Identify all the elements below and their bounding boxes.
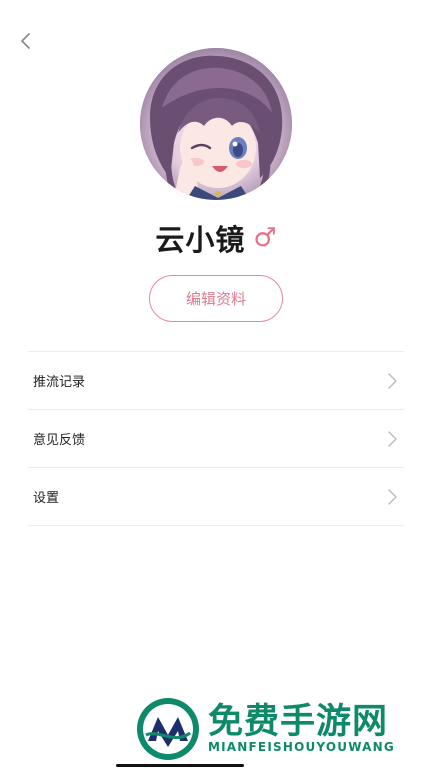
edit-profile-button[interactable]: 编辑资料: [149, 275, 283, 322]
male-gender-icon: ♂: [253, 223, 277, 253]
back-button[interactable]: [12, 28, 38, 54]
chevron-left-icon: [21, 33, 30, 49]
settings-menu: 推流记录 意见反馈 设置: [28, 351, 404, 526]
menu-item-stream-history[interactable]: 推流记录: [28, 352, 404, 409]
menu-item-label: 设置: [33, 491, 60, 506]
profile-name-row: 云小镜 ♂: [0, 214, 432, 262]
menu-item-label: 推流记录: [33, 375, 86, 390]
profile-screen: 云小镜 ♂ 编辑资料 推流记录 意见反馈 设置 免费手游网 MIANFEISHO…: [0, 0, 432, 768]
watermark-subtitle: MIANFEISHOUYOUWANG: [208, 740, 395, 755]
anime-girl-avatar: [140, 48, 292, 200]
avatar[interactable]: [140, 48, 292, 200]
home-indicator: [116, 764, 244, 767]
menu-item-settings[interactable]: 设置: [28, 468, 404, 525]
watermark-text: 免费手游网 MIANFEISHOUYOUWANG: [208, 700, 395, 755]
watermark: 免费手游网 MIANFEISHOUYOUWANG: [134, 694, 424, 764]
menu-item-feedback[interactable]: 意见反馈: [28, 410, 404, 467]
watermark-logo-icon: [137, 698, 199, 760]
chevron-right-icon: [386, 430, 400, 448]
watermark-title: 免费手游网: [208, 700, 389, 742]
menu-item-label: 意见反馈: [33, 433, 86, 448]
divider: [28, 525, 404, 526]
chevron-right-icon: [386, 372, 400, 390]
chevron-right-icon: [386, 488, 400, 506]
profile-name: 云小镜: [155, 223, 246, 257]
